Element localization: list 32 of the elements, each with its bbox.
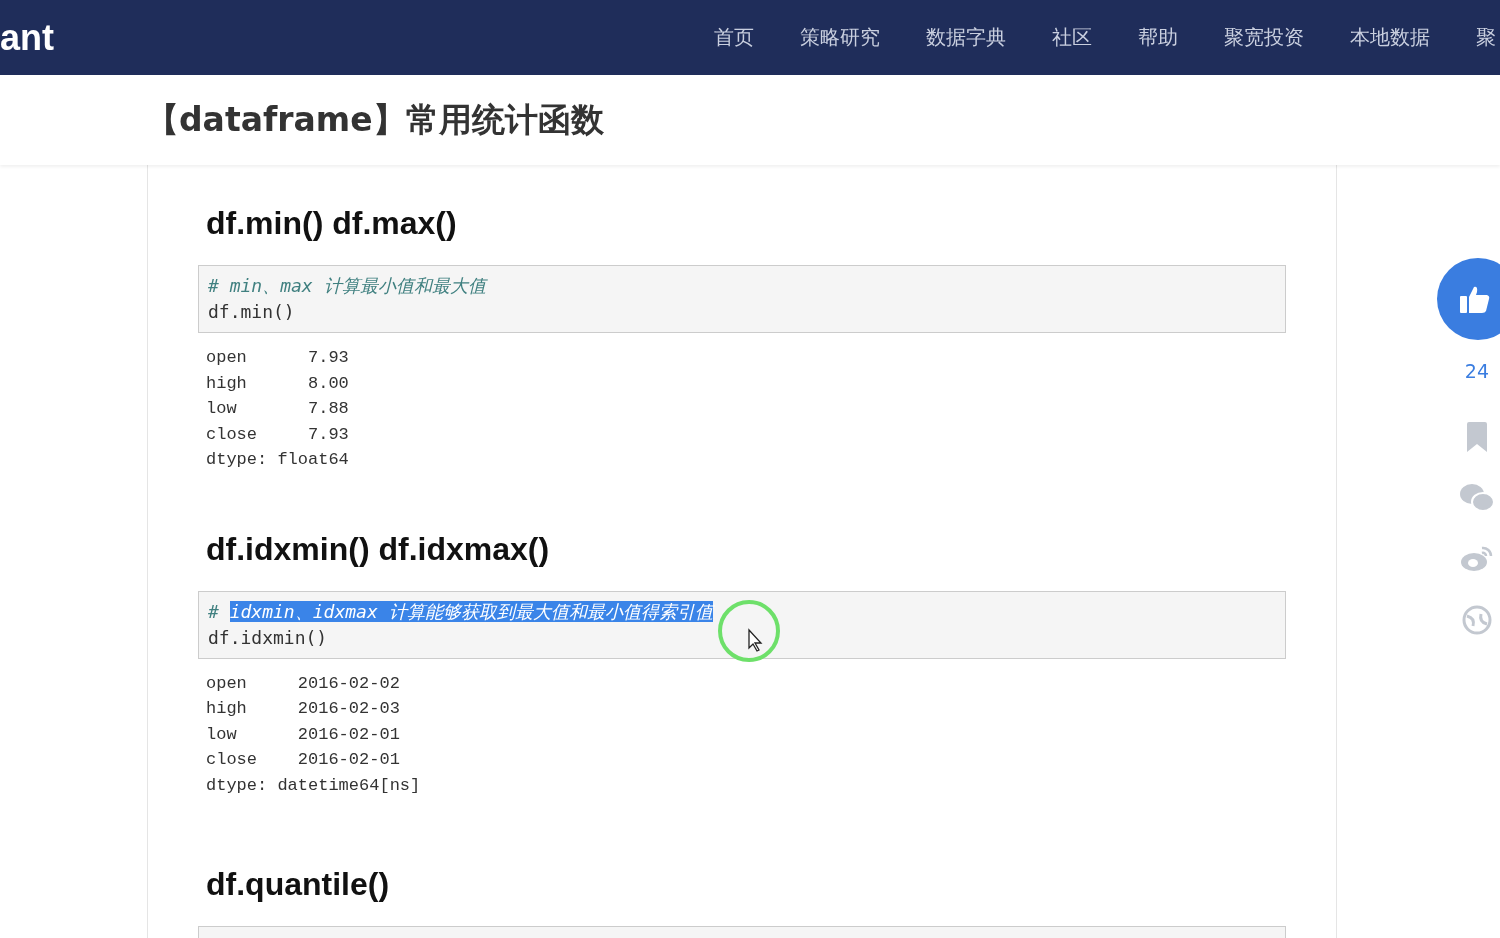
output-line: close 7.93 xyxy=(206,423,350,446)
nav-link[interactable]: 聚 xyxy=(1476,24,1496,51)
section-heading: df.idxmin() df.idxmax() xyxy=(206,529,551,569)
output-line: low 2016-02-01 xyxy=(206,723,401,746)
output-line: open 7.93 xyxy=(206,347,350,369)
chat-bubbles-icon[interactable] xyxy=(1460,484,1494,512)
nav-link[interactable]: 本地数据 xyxy=(1350,24,1430,51)
section-heading: df.quantile() xyxy=(206,865,391,904)
nav-link[interactable]: 社区 xyxy=(1052,24,1092,51)
output-line: high 2016-02-03 xyxy=(206,698,401,720)
nav-link[interactable]: 聚宽投资 xyxy=(1224,24,1304,51)
like-button[interactable] xyxy=(1437,258,1500,340)
output-line: open 2016-02-02 xyxy=(206,672,401,695)
output-line: high 8.00 xyxy=(206,372,350,395)
nav-link[interactable]: 帮助 xyxy=(1138,24,1178,51)
nav-link[interactable]: 数据字典 xyxy=(926,24,1006,51)
article-title: 【dataframe】常用统计函数 xyxy=(146,98,604,141)
nav-link[interactable]: 首页 xyxy=(714,24,754,51)
thumbs-up-icon xyxy=(1459,284,1491,314)
output-line: low 7.88 xyxy=(206,398,350,420)
nav-link[interactable]: 策略研究 xyxy=(800,24,880,51)
code-line: df.min() xyxy=(208,300,296,324)
logo-text[interactable]: ant xyxy=(0,16,54,59)
code-line: df.idxmin() xyxy=(208,625,329,650)
code-comment: # idxmin、idxmax 计算能够获取到最大值和最小值得索引值 xyxy=(208,598,1276,625)
like-count: 24 xyxy=(1464,360,1489,382)
section-heading: df.min() df.max() xyxy=(206,204,458,243)
output-line: close 2016-02-01 xyxy=(206,749,401,771)
output-line: dtype: datetime64[ns] xyxy=(206,774,422,797)
bookmark-icon[interactable] xyxy=(1466,422,1488,452)
output-line: dtype: float64 xyxy=(206,449,350,471)
code-comment: # min、max 计算最小值和最大值 xyxy=(208,274,489,298)
